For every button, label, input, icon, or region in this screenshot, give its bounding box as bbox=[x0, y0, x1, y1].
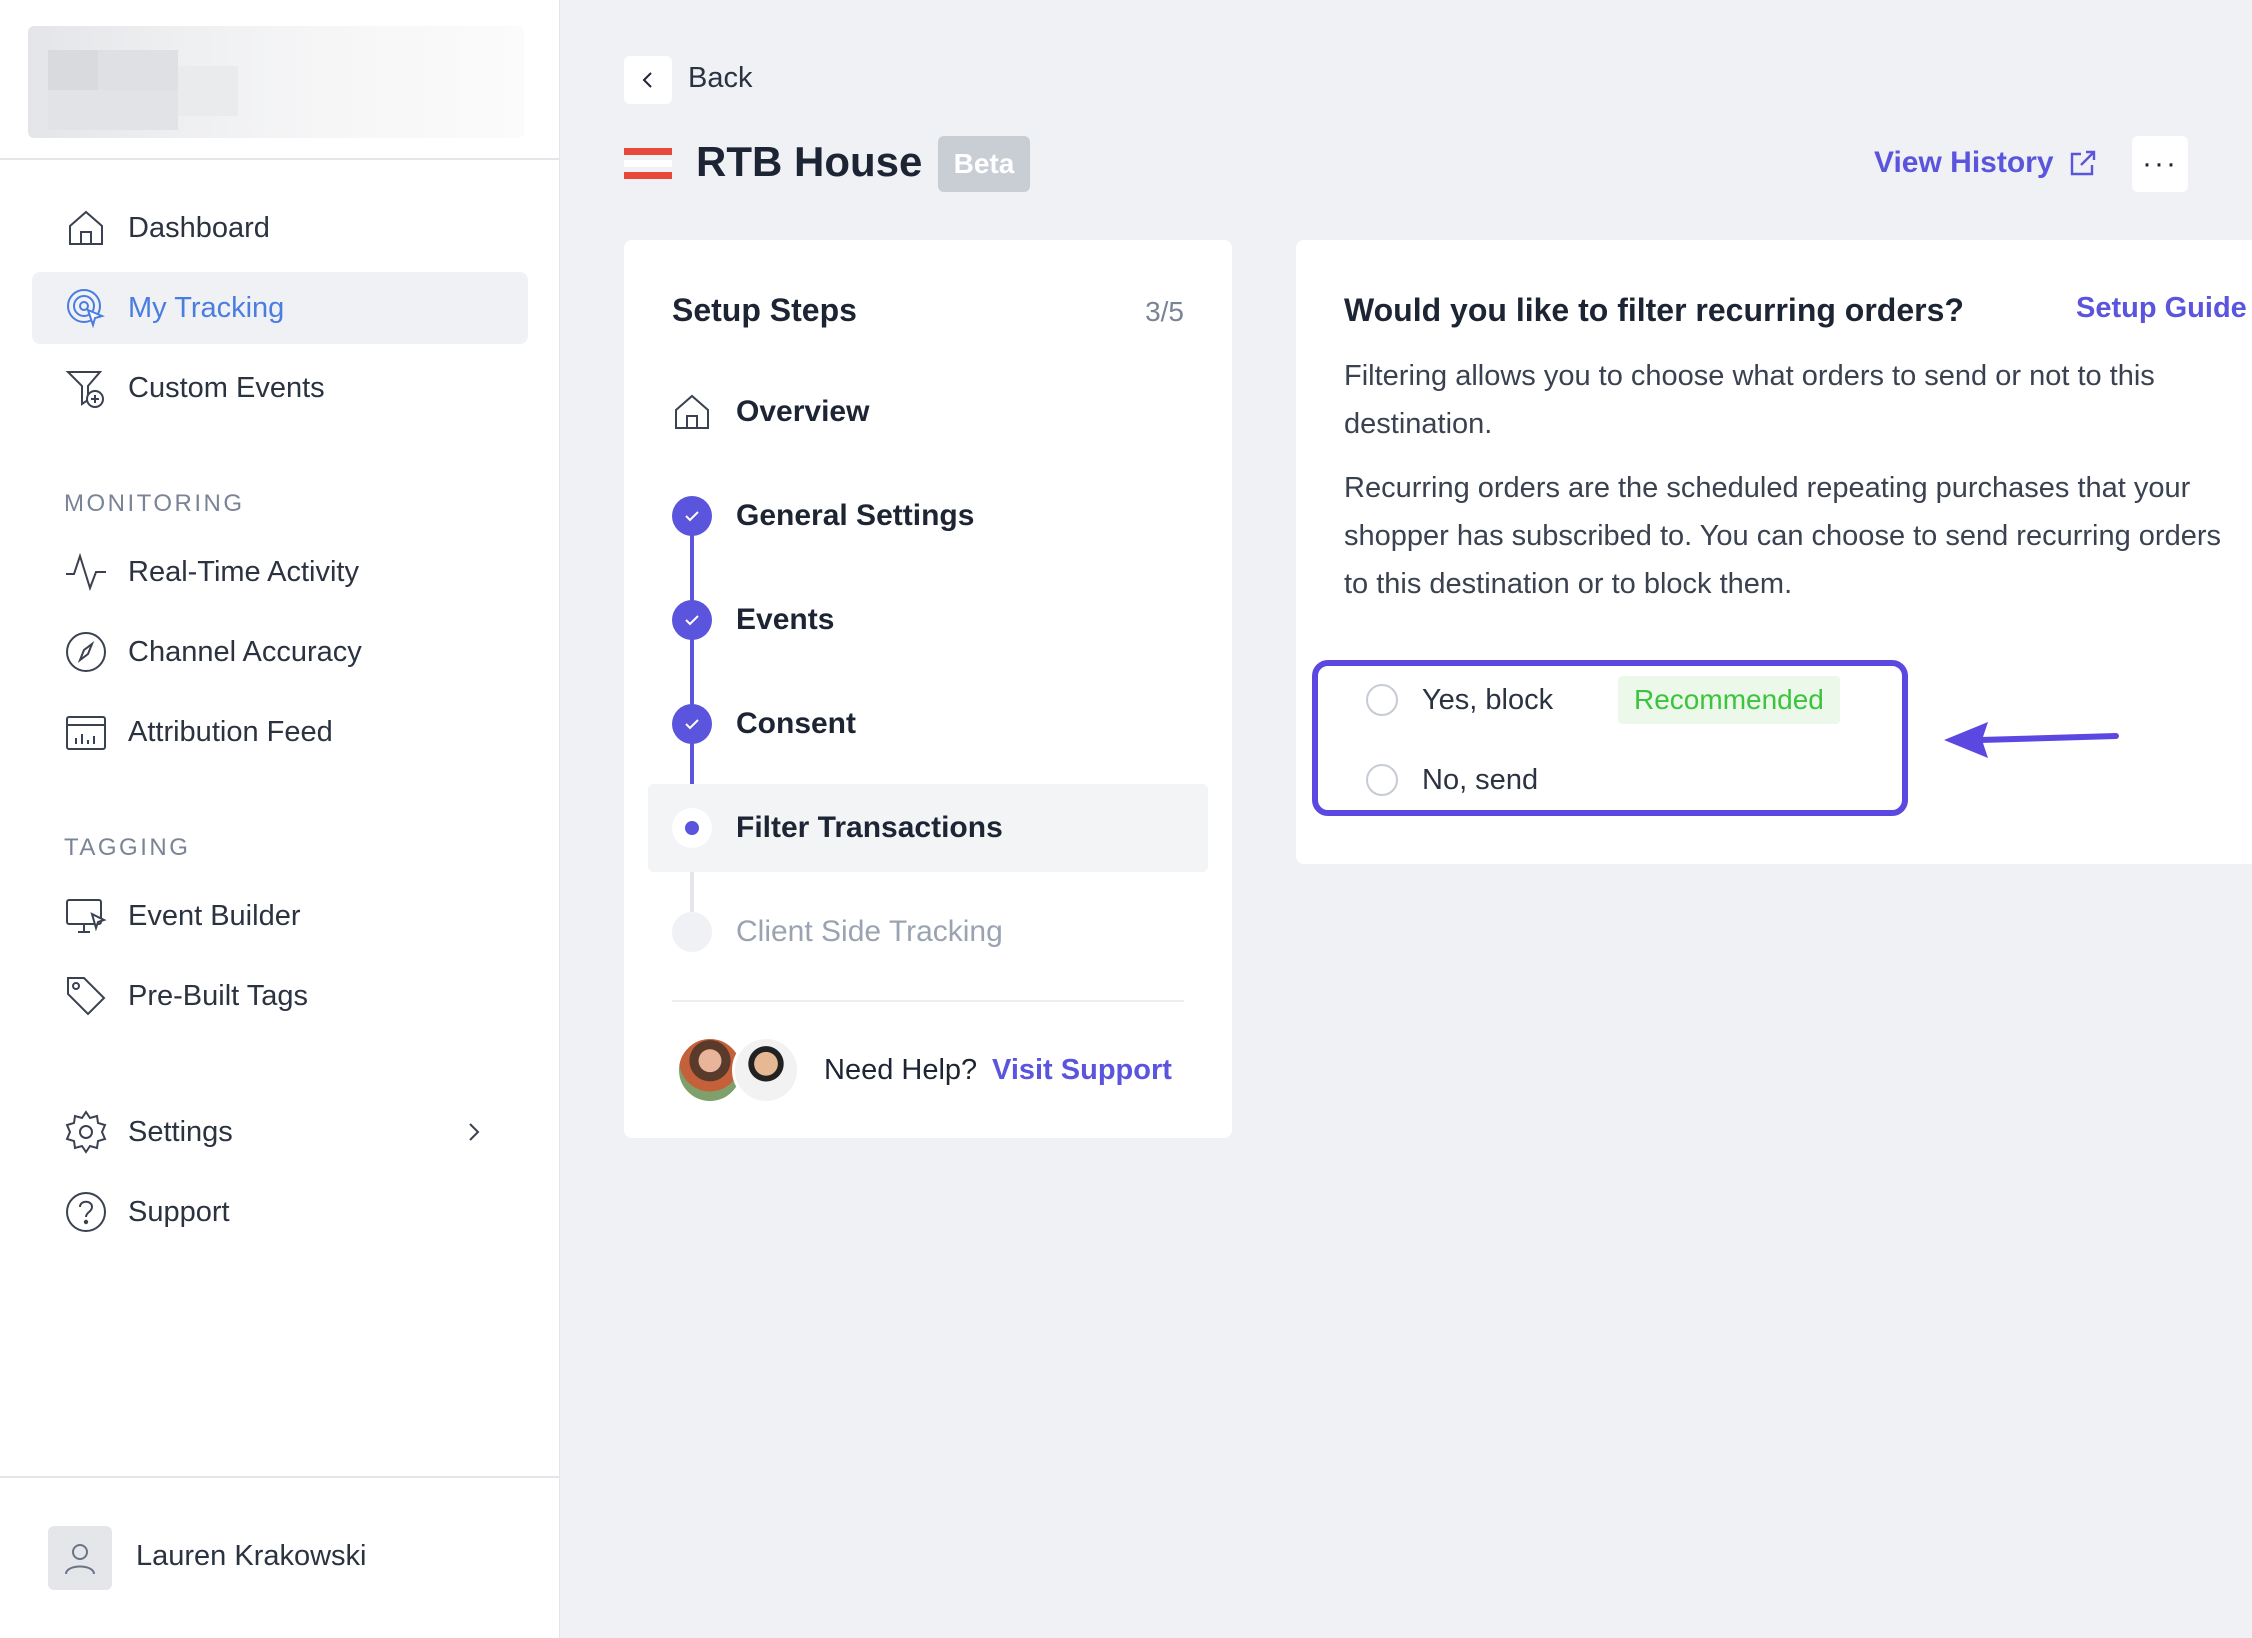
filter-description: Filtering allows you to choose what orde… bbox=[1344, 352, 2252, 448]
sidebar-item-label: Custom Events bbox=[128, 371, 325, 404]
tag-icon bbox=[64, 974, 108, 1018]
sidebar-item-attribution-feed[interactable]: Attribution Feed bbox=[32, 696, 528, 768]
steps-title: Setup Steps bbox=[672, 292, 857, 328]
beta-badge: Beta bbox=[938, 136, 1030, 192]
step-consent[interactable]: Consent bbox=[648, 680, 1208, 768]
sidebar-item-pre-built-tags[interactable]: Pre-Built Tags bbox=[32, 960, 528, 1032]
sidebar-item-event-builder[interactable]: Event Builder bbox=[32, 880, 528, 952]
monitor-cursor-icon bbox=[64, 894, 108, 938]
step-events[interactable]: Events bbox=[648, 576, 1208, 664]
step-label: Events bbox=[736, 603, 835, 636]
chevron-right-icon bbox=[469, 1123, 480, 1141]
need-help-text: Need Help? bbox=[824, 1054, 978, 1086]
sidebar-item-my-tracking[interactable]: My Tracking bbox=[32, 272, 528, 344]
option-yes-block[interactable]: Yes, block bbox=[1366, 680, 1553, 720]
sidebar-item-label: Support bbox=[128, 1195, 230, 1228]
page-title: RTB House bbox=[696, 138, 923, 185]
description-line: to this destination or to block them. bbox=[1344, 568, 1793, 600]
sidebar-item-dashboard[interactable]: Dashboard bbox=[32, 192, 528, 264]
sidebar-item-label: Event Builder bbox=[128, 899, 301, 932]
calendar-chart-icon bbox=[64, 710, 108, 754]
setup-steps-card: Setup Steps 3/5 Overview General Setting… bbox=[624, 240, 1232, 1138]
compass-icon bbox=[64, 630, 108, 674]
sidebar: Dashboard My Tracking Custom Events MONI… bbox=[0, 0, 560, 1638]
option-label: No, send bbox=[1422, 763, 1539, 796]
step-overview[interactable]: Overview bbox=[648, 368, 1208, 456]
more-options-button[interactable]: ··· bbox=[2132, 136, 2188, 192]
sidebar-item-real-time-activity[interactable]: Real-Time Activity bbox=[32, 536, 528, 608]
rtb-house-logo bbox=[624, 148, 672, 180]
help-circle-icon bbox=[64, 1190, 108, 1234]
sidebar-item-label: Settings bbox=[128, 1115, 233, 1148]
support-agent-avatar bbox=[732, 1036, 800, 1104]
description-line: Filtering allows you to choose what orde… bbox=[1344, 360, 2155, 392]
radio-button[interactable] bbox=[1366, 764, 1398, 796]
sidebar-bottom-divider bbox=[0, 1476, 560, 1478]
steps-divider bbox=[672, 1000, 1184, 1002]
tracking-target-icon bbox=[64, 286, 108, 330]
radio-button[interactable] bbox=[1366, 684, 1398, 716]
step-progress-line bbox=[690, 516, 694, 828]
user-name[interactable]: Lauren Krakowski bbox=[136, 1540, 367, 1573]
option-no-send[interactable]: No, send bbox=[1366, 760, 1538, 800]
sidebar-item-label: Channel Accuracy bbox=[128, 635, 362, 668]
sidebar-item-support[interactable]: Support bbox=[32, 1176, 528, 1248]
pending-step-circle-icon bbox=[672, 912, 712, 952]
sidebar-item-label: My Tracking bbox=[128, 291, 285, 324]
option-label: Yes, block bbox=[1422, 683, 1554, 716]
recommended-badge: Recommended bbox=[1618, 676, 1840, 724]
home-icon bbox=[64, 206, 108, 250]
external-link-icon bbox=[2070, 150, 2095, 176]
section-heading-monitoring: MONITORING bbox=[64, 490, 245, 517]
check-circle-icon bbox=[672, 704, 712, 744]
question-title: Would you like to filter recurring order… bbox=[1344, 292, 1964, 328]
sidebar-item-channel-accuracy[interactable]: Channel Accuracy bbox=[32, 616, 528, 688]
description-line: Recurring orders are the scheduled repea… bbox=[1344, 472, 2191, 504]
step-filter-transactions[interactable]: Filter Transactions bbox=[648, 784, 1208, 872]
user-icon bbox=[65, 1544, 95, 1575]
step-client-side-tracking[interactable]: Client Side Tracking bbox=[648, 888, 1208, 976]
sidebar-item-label: Real-Time Activity bbox=[128, 555, 359, 588]
view-history-link[interactable]: View History bbox=[1874, 146, 2098, 180]
step-label: Client Side Tracking bbox=[736, 915, 1003, 948]
filter-plus-icon bbox=[64, 366, 108, 410]
filter-recurring-card: Would you like to filter recurring order… bbox=[1296, 240, 2252, 864]
sidebar-item-label: Attribution Feed bbox=[128, 715, 333, 748]
check-circle-icon bbox=[672, 496, 712, 536]
chevron-left-icon bbox=[642, 72, 652, 88]
view-history-label: View History bbox=[1874, 146, 2054, 179]
back-button[interactable] bbox=[624, 56, 672, 104]
sidebar-item-label: Dashboard bbox=[128, 211, 270, 244]
home-icon bbox=[672, 392, 712, 432]
step-label: Filter Transactions bbox=[736, 811, 1003, 844]
check-circle-icon bbox=[672, 600, 712, 640]
sidebar-item-custom-events[interactable]: Custom Events bbox=[32, 352, 528, 424]
description-line: shopper has subscribed to. You can choos… bbox=[1344, 520, 2221, 552]
recurring-description: Recurring orders are the scheduled repea… bbox=[1344, 464, 2252, 608]
step-general-settings[interactable]: General Settings bbox=[648, 472, 1208, 560]
visit-support-link[interactable]: Visit Support bbox=[992, 1054, 1172, 1087]
back-label[interactable]: Back bbox=[688, 62, 752, 95]
options-highlight-box: Yes, block Recommended No, send bbox=[1312, 660, 1908, 816]
sidebar-item-settings[interactable]: Settings bbox=[32, 1096, 528, 1168]
step-label: Overview bbox=[736, 395, 870, 428]
pointer-arrow-icon bbox=[1944, 722, 2119, 758]
step-label: General Settings bbox=[736, 499, 975, 532]
current-step-dot-icon bbox=[672, 808, 712, 848]
sidebar-divider bbox=[0, 158, 560, 160]
section-heading-tagging: TAGGING bbox=[64, 834, 191, 861]
description-line: destination. bbox=[1344, 408, 1493, 440]
blurred-logo[interactable] bbox=[28, 26, 524, 138]
steps-count: 3/5 bbox=[1145, 296, 1184, 327]
activity-icon bbox=[64, 550, 108, 594]
support-avatars bbox=[676, 1036, 816, 1108]
sidebar-item-label: Pre-Built Tags bbox=[128, 979, 308, 1012]
setup-guide-link[interactable]: Setup Guide bbox=[2076, 292, 2247, 325]
step-label: Consent bbox=[736, 707, 856, 740]
gear-icon bbox=[64, 1110, 108, 1154]
avatar[interactable] bbox=[48, 1526, 112, 1590]
